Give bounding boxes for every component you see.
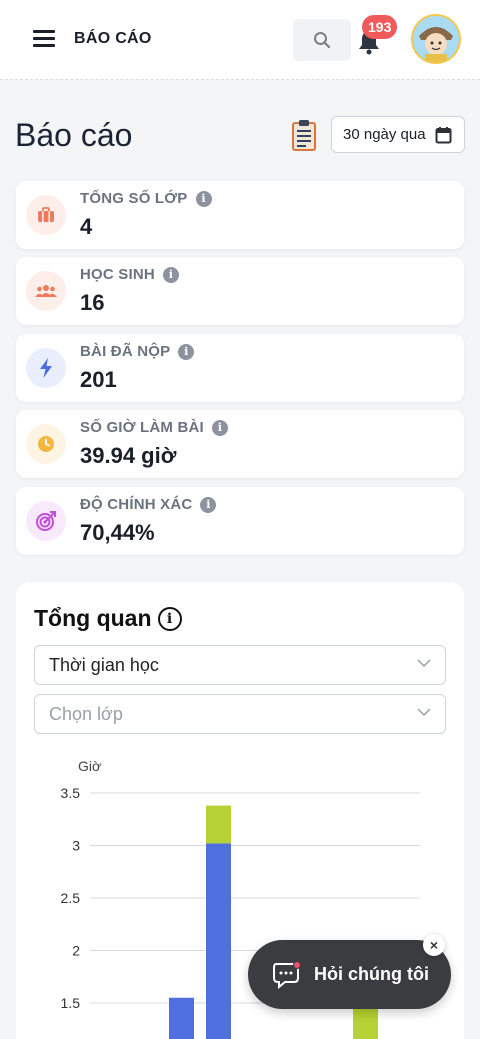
info-icon[interactable]: i	[195, 190, 212, 207]
stat-value: 16	[80, 290, 105, 315]
search-button[interactable]	[293, 19, 351, 61]
y-tick-label: 2	[72, 943, 80, 959]
stat-card-students: HỌC SINH i 16	[16, 257, 464, 325]
stat-label: BÀI ĐÃ NỘP i	[80, 343, 195, 360]
stat-card-hours: SỐ GIỜ LÀM BÀI i 39.94 giờ	[16, 410, 464, 478]
stat-label: ĐỘ CHÍNH XÁC i	[80, 496, 217, 513]
class-select-placeholder: Chọn lớp	[49, 703, 123, 724]
avatar[interactable]	[411, 14, 461, 64]
chart-bar	[206, 843, 231, 1039]
page-title: Báo cáo	[15, 117, 133, 153]
stat-card-classes: TỔNG SỐ LỚP i 4	[16, 181, 464, 249]
stat-label: TỔNG SỐ LỚP i	[80, 190, 212, 207]
notification-badge: 193	[362, 15, 398, 39]
stat-card-accuracy: ĐỘ CHÍNH XÁC i 70,44%	[16, 487, 464, 555]
stat-value: 39.94 giờ	[80, 443, 177, 468]
y-axis-label: Giờ	[78, 758, 101, 774]
chevron-down-icon	[417, 708, 431, 717]
report-icon[interactable]	[291, 119, 317, 151]
stat-value: 4	[80, 214, 93, 239]
calendar-icon	[435, 127, 452, 144]
stat-value: 70,44%	[80, 520, 155, 545]
close-chat-button[interactable]: ×	[423, 934, 445, 956]
chart-bar	[206, 805, 231, 844]
avatar-image	[413, 16, 459, 62]
period-select[interactable]: 30 ngày qua	[331, 116, 465, 153]
stat-card-submissions: BÀI ĐÃ NỘP i 201	[16, 334, 464, 402]
period-label: 30 ngày qua	[343, 126, 426, 143]
stat-value: 201	[80, 367, 117, 392]
chevron-down-icon	[417, 659, 431, 668]
clock-icon	[38, 436, 54, 452]
info-icon[interactable]: i	[178, 343, 195, 360]
chat-button[interactable]: Hỏi chúng tôi	[248, 940, 451, 1009]
bolt-icon	[40, 358, 52, 378]
brand-title: BÁO CÁO	[74, 30, 152, 47]
y-tick-label: 3.5	[61, 785, 81, 801]
stat-icon-wrap	[26, 271, 66, 311]
chat-label: Hỏi chúng tôi	[314, 964, 429, 984]
y-tick-label: 3	[72, 838, 80, 854]
info-icon[interactable]: i	[157, 606, 182, 631]
chat-icon	[273, 961, 301, 990]
info-icon[interactable]: i	[200, 496, 217, 513]
briefcase-icon	[38, 207, 54, 222]
overview-title: Tổng quan i	[34, 605, 182, 632]
stat-icon-wrap	[26, 424, 66, 464]
stat-icon-wrap	[26, 195, 66, 235]
stat-icon-wrap	[26, 501, 66, 541]
top-bar: BÁO CÁO 193	[0, 0, 480, 80]
users-icon	[35, 285, 57, 297]
info-icon[interactable]: i	[162, 266, 179, 283]
info-icon[interactable]: i	[211, 419, 228, 436]
stat-label: SỐ GIỜ LÀM BÀI i	[80, 419, 228, 436]
metric-select-value: Thời gian học	[49, 654, 159, 675]
y-tick-label: 1.5	[61, 995, 81, 1011]
target-icon	[36, 511, 56, 531]
metric-select[interactable]: Thời gian học	[34, 645, 446, 685]
stat-label: HỌC SINH i	[80, 266, 179, 283]
y-tick-label: 2.5	[61, 890, 81, 906]
menu-icon[interactable]	[33, 30, 55, 48]
stat-icon-wrap	[26, 348, 66, 388]
chart-bar	[169, 997, 194, 1039]
class-select[interactable]: Chọn lớp	[34, 694, 446, 734]
search-icon	[314, 32, 331, 49]
